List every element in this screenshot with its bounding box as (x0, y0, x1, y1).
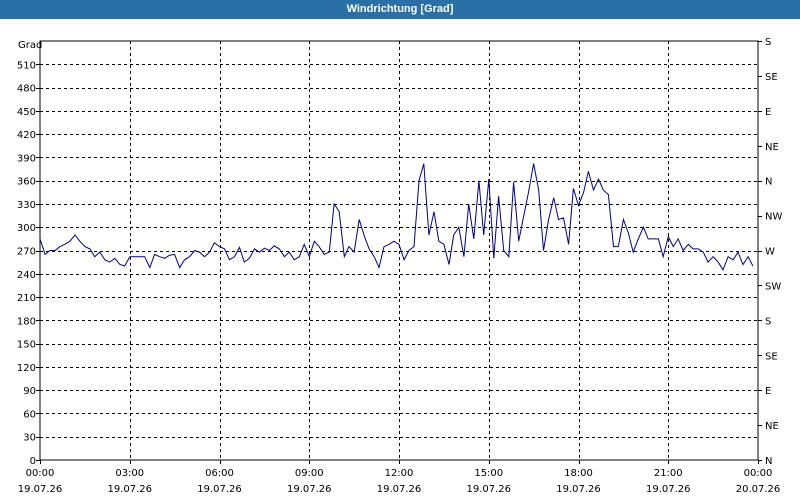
y-tick-label: 60 (23, 409, 36, 420)
x-tick-date: 19.07.26 (287, 484, 332, 495)
y-tick-label: 270 (17, 247, 36, 258)
wind-direction-chart: 0 30 60 90 120 150 180 210 240 270 300 330 360 390 420… (17, 37, 783, 495)
right-tick-label: S (765, 37, 771, 48)
y-tick-label: 300 (17, 223, 36, 234)
x-tick-time: 15:00 (474, 468, 503, 479)
x-tick-date: 19.07.26 (646, 484, 691, 495)
x-tick-time: 06:00 (205, 468, 234, 479)
x-tick-time: 21:00 (654, 468, 683, 479)
right-tick-label: NE (765, 142, 779, 153)
y-tick-label: 450 (17, 107, 36, 118)
right-tick-label: NW (765, 212, 782, 223)
y-tick-label: 240 (17, 270, 36, 281)
x-tick-time: 00:00 (26, 468, 55, 479)
y-axis-label: Grad (18, 40, 42, 51)
y-tick-label: 120 (17, 363, 36, 374)
x-tick-date: 19.07.26 (377, 484, 422, 495)
chart-title: Windrichtung [Grad] (346, 3, 454, 15)
chart-title-bar: Windrichtung [Grad] (0, 0, 800, 19)
x-tick-date: 19.07.26 (556, 484, 601, 495)
y-tick-label: 480 (17, 84, 36, 95)
y-tick-label: 420 (17, 130, 36, 141)
right-tick-label: N (765, 177, 772, 188)
x-tick-time: 18:00 (564, 468, 593, 479)
right-tick-label: S (765, 316, 771, 327)
right-tick-label: E (765, 107, 771, 118)
x-tick-time: 12:00 (385, 468, 414, 479)
right-tick-label: W (765, 247, 775, 258)
x-tick-time: 00:00 (744, 468, 773, 479)
right-tick-label: NE (765, 421, 779, 432)
x-tick-date: 19.07.26 (197, 484, 242, 495)
x-tick-date: 19.07.26 (466, 484, 511, 495)
y-tick-label: 180 (17, 316, 36, 327)
y-tick-label: 360 (17, 177, 36, 188)
right-tick-label: SE (765, 351, 778, 362)
right-tick-label: N (765, 456, 772, 467)
x-tick-time: 03:00 (115, 468, 144, 479)
x-tick-date: 19.07.26 (107, 484, 152, 495)
y-tick-label: 390 (17, 153, 36, 164)
y-tick-label: 30 (23, 433, 36, 444)
y-tick-label: 0 (30, 456, 36, 467)
right-tick-label: SW (765, 281, 781, 292)
right-tick-label: E (765, 386, 771, 397)
y-tick-label: 330 (17, 200, 36, 211)
x-tick-time: 09:00 (295, 468, 324, 479)
x-tick-date: 20.07.26 (736, 484, 781, 495)
x-tick-date: 19.07.26 (18, 484, 63, 495)
right-tick-label: SE (765, 72, 778, 83)
y-tick-label: 210 (17, 293, 36, 304)
y-tick-label: 150 (17, 340, 36, 351)
y-tick-label: 90 (23, 386, 36, 397)
y-tick-label: 510 (17, 60, 36, 71)
